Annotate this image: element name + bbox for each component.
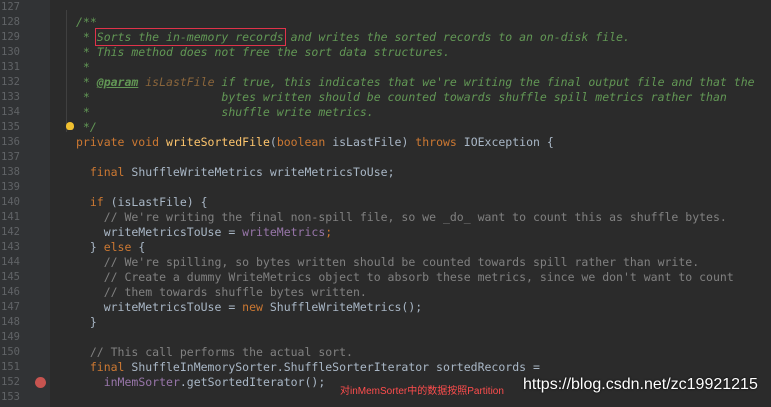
code-line[interactable]: * [76, 60, 90, 75]
line-number: 132 [1, 76, 20, 88]
code-line[interactable]: /** [76, 15, 97, 30]
line-number: 128 [1, 16, 20, 28]
code-line[interactable]: final ShuffleInMemorySorter.ShuffleSorte… [76, 360, 540, 375]
line-number: 153 [1, 391, 20, 403]
code-line[interactable]: // them towards shuffle bytes written. [76, 285, 367, 300]
code-line[interactable]: */ [76, 120, 97, 135]
code-line[interactable]: inMemSorter.getSortedIterator(); [76, 375, 326, 390]
code-line[interactable]: if (isLastFile) { [76, 195, 208, 210]
code-line[interactable]: * shuffle write metrics. [76, 105, 374, 120]
line-number: 151 [1, 361, 20, 373]
line-number: 137 [1, 151, 20, 163]
code-line[interactable]: } [76, 315, 97, 330]
code-line[interactable]: // This call performs the actual sort. [76, 345, 353, 360]
line-number: 136 [1, 136, 20, 148]
code-line[interactable]: writeMetricsToUse = writeMetrics; [76, 225, 333, 240]
line-number: 129 [1, 31, 20, 43]
javadoc-param: isLastFile [138, 75, 215, 89]
code-line[interactable]: // We're writing the final non-spill fil… [76, 210, 727, 225]
line-number: 152 [1, 376, 20, 388]
line-number: 127 [1, 1, 20, 13]
line-number: 135 [1, 121, 20, 133]
code-line[interactable]: // We're spilling, so bytes written shou… [76, 255, 699, 270]
code-line[interactable]: writeMetricsToUse = new ShuffleWriteMetr… [76, 300, 423, 315]
line-number: 133 [1, 91, 20, 103]
highlighted-phrase: Sorts the in-memory records [94, 28, 286, 46]
line-number: 139 [1, 181, 20, 193]
line-number-gutter[interactable]: 127 128 129 130 131 132 133 134 135 136 … [0, 0, 51, 407]
watermark: https://blog.csdn.net/zc19921215 [523, 376, 758, 393]
code-line[interactable]: } else { [76, 240, 145, 255]
code-line[interactable]: * bytes written should be counted toward… [76, 90, 727, 105]
line-number: 149 [1, 331, 20, 343]
line-number: 150 [1, 346, 20, 358]
code-editor[interactable]: 127 128 129 130 131 132 133 134 135 136 … [0, 0, 771, 407]
fold-guide [66, 10, 67, 132]
line-number: 147 [1, 301, 20, 313]
line-number: 143 [1, 241, 20, 253]
code-line[interactable]: final ShuffleWriteMetrics writeMetricsTo… [76, 165, 395, 180]
code-line[interactable]: * @param isLastFile if true, this indica… [76, 75, 755, 90]
line-number: 142 [1, 226, 20, 238]
line-number: 141 [1, 211, 20, 223]
line-number: 134 [1, 106, 20, 118]
line-number: 131 [1, 61, 20, 73]
code-line[interactable]: * This method does not free the sort dat… [76, 45, 450, 60]
code-line[interactable]: * Sorts the in-memory records and writes… [76, 28, 630, 46]
line-number: 138 [1, 166, 20, 178]
line-number: 148 [1, 316, 20, 328]
method-name: writeSortedFile [166, 135, 270, 149]
line-number: 146 [1, 286, 20, 298]
gutter-icon-column[interactable] [50, 0, 70, 407]
line-number: 144 [1, 256, 20, 268]
lightbulb-icon[interactable] [66, 122, 74, 130]
code-line[interactable]: private void writeSortedFile(boolean isL… [76, 135, 554, 150]
javadoc-tag: @param [96, 75, 139, 89]
line-number: 140 [1, 196, 20, 208]
line-number: 130 [1, 46, 20, 58]
breakpoint-icon[interactable] [35, 377, 46, 388]
annotation-note: 对inMemSorter中的数据按照Partition [340, 386, 504, 397]
line-number: 145 [1, 271, 20, 283]
code-line[interactable]: // Create a dummy WriteMetrics object to… [76, 270, 734, 285]
